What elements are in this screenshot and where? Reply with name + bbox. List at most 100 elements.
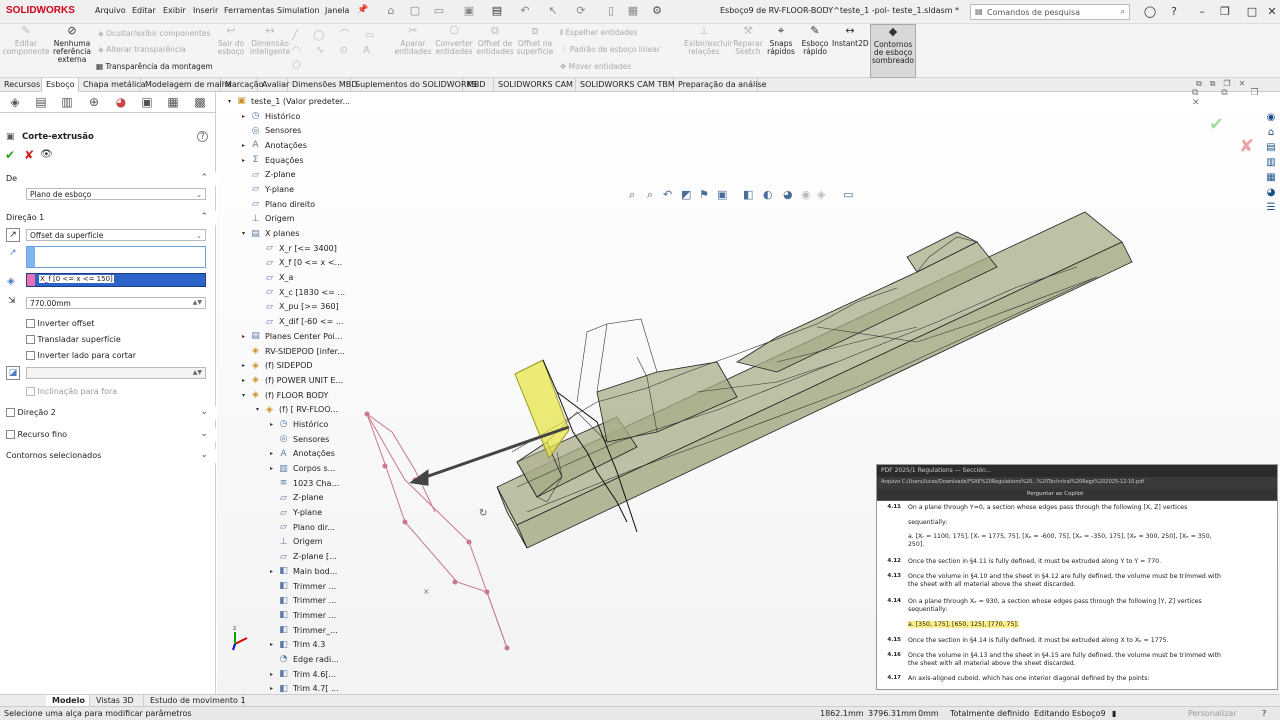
scenes-icon[interactable]: ◉ xyxy=(801,188,811,201)
print-icon[interactable]: ▤ xyxy=(490,4,504,18)
zoom-fit-icon[interactable]: ⌕ xyxy=(629,188,635,202)
tree-item[interactable]: ▱ X_a xyxy=(218,270,358,285)
pdf-tab-bar[interactable]: PDF 2025/1 Regulations — Sección... xyxy=(877,465,1277,477)
new-icon[interactable]: ▢ xyxy=(408,4,422,18)
menu-item-editar[interactable]: Editar xyxy=(132,6,156,15)
expand-icon[interactable]: ⌄ xyxy=(200,429,208,439)
expand-icon[interactable]: ⌄ xyxy=(200,407,208,417)
selected-contours-section-header[interactable]: Contornos selecionados ⌄ xyxy=(0,449,216,463)
cancel-x-icon[interactable]: ✘ xyxy=(24,148,34,162)
checkbox[interactable] xyxy=(26,319,35,328)
home-icon[interactable]: ⌂ xyxy=(1264,126,1278,140)
design-library-icon[interactable]: ▤ xyxy=(1264,141,1278,155)
menu-item-janela[interactable]: Janela xyxy=(325,6,349,15)
exit-sketch-button[interactable]: ↩ Sair do esboço xyxy=(212,24,250,78)
offset-surface-button[interactable]: ⧈ Offset na superfície xyxy=(514,24,556,78)
direction2-section-header[interactable]: Direção 2 ⌄ xyxy=(0,406,216,420)
search-input[interactable]: ▤ Comandos de pesquisa ⌕ xyxy=(970,4,1130,20)
feature-manager-tab-icon[interactable]: ◈ xyxy=(4,93,26,111)
customize-menu[interactable]: Personalizar xyxy=(1188,709,1237,718)
menu-item-exibir[interactable]: Exibir xyxy=(163,6,186,15)
change-transparency[interactable]: ◈ Alterar transparência xyxy=(98,45,186,54)
tree-item[interactable]: ◧ Trimmer ... xyxy=(218,593,358,608)
direction1-section-header[interactable]: Direção 1 ⌃ xyxy=(0,211,216,225)
copilot-button[interactable]: Perguntar ao Copilot xyxy=(1027,491,1083,497)
menu-item-inserir[interactable]: Inserir xyxy=(193,6,218,15)
thin-feature-section-header[interactable]: Recurso fino ⌄ xyxy=(0,428,216,442)
previous-view-icon[interactable]: ↶ xyxy=(663,188,672,201)
edit-appearance-icon[interactable]: ◕ xyxy=(783,188,793,201)
tab-1[interactable]: Esboço xyxy=(42,78,79,92)
dim-xpert-tab-icon[interactable]: ⊕ xyxy=(83,93,105,111)
tab-9[interactable]: SOLIDWORKS CAM xyxy=(494,78,576,92)
tree-item[interactable]: ◧ Trimmer ... xyxy=(218,579,358,594)
hide-show-items-icon[interactable]: ◐ xyxy=(763,188,773,201)
file-explorer-icon[interactable]: ▥ xyxy=(1264,156,1278,170)
checkbox[interactable] xyxy=(26,387,35,396)
config-manager-tab-icon[interactable]: ▥ xyxy=(56,93,78,111)
monitor-icon[interactable]: ▭ xyxy=(843,188,853,201)
tree-item[interactable]: ▾ ▤ X planes xyxy=(218,226,358,241)
tree-item[interactable]: ▱ Plano direito xyxy=(218,197,358,212)
expand-toggle-icon[interactable]: ▸ xyxy=(242,333,250,340)
analysis-tab-icon[interactable]: ▩ xyxy=(189,93,211,111)
tree-item[interactable]: ◈ RV-SIDEPOD [infer... xyxy=(218,344,358,359)
tree-item[interactable]: ▾ ◈ (f) [ RV-FLOO... xyxy=(218,402,358,417)
tab-4[interactable]: Marcação xyxy=(221,78,263,92)
tree-item[interactable]: ▸ ▤ Planes Center Poi... xyxy=(218,329,358,344)
view-settings-icon[interactable]: ◈ xyxy=(817,188,825,201)
tree-item[interactable]: ◧ Trimmer_... xyxy=(218,623,358,638)
file-props-icon[interactable]: ▯ xyxy=(604,4,618,18)
no-external-refs-button[interactable]: ⊘ Nenhuma referência externa xyxy=(50,24,94,78)
cam-tab-icon[interactable]: ▣ xyxy=(136,93,158,111)
tree-item[interactable]: ◔ Edge radi... xyxy=(218,652,358,667)
help-icon[interactable]: ? xyxy=(1262,709,1266,718)
solidworks-logo[interactable]: SOLIDWORKS xyxy=(6,5,75,16)
distance-input[interactable]: 770.00mm ▲▼ xyxy=(26,297,206,309)
tree-item[interactable]: ▸ ◷ Histórico xyxy=(218,109,358,124)
restore-icon[interactable]: ❐ xyxy=(1218,5,1232,19)
undo-icon[interactable]: ↶ xyxy=(518,4,532,18)
from-select[interactable]: Plano de esboço ⌄ xyxy=(26,188,206,200)
solidworks-resources-icon[interactable]: ◉ xyxy=(1264,111,1278,125)
expand-toggle-icon[interactable]: ▸ xyxy=(242,377,250,384)
select-icon[interactable]: ↖ xyxy=(546,4,560,18)
search-icon[interactable]: ⌕ xyxy=(1121,7,1125,17)
user-icon[interactable]: ◯ xyxy=(1143,5,1157,19)
tree-item[interactable]: ◎ Sensores xyxy=(218,123,358,138)
tab-3[interactable]: Modelagem de malha xyxy=(141,78,232,92)
mirror-entities[interactable]: ⫴ Espelhar entidades xyxy=(560,28,638,38)
assembly-transparency[interactable]: ▦ Transparência da montagem xyxy=(96,62,213,71)
display-style-icon[interactable]: ◧ xyxy=(743,188,753,201)
surface-selection-box[interactable]: X_f [0 <= x <= 150] xyxy=(26,273,206,287)
property-manager-tab-icon[interactable]: ▤ xyxy=(30,93,52,111)
shaded-contours-button[interactable]: ◆ Contornos de esboço sombreado xyxy=(870,24,916,78)
expand-toggle-icon[interactable]: ▸ xyxy=(270,421,278,428)
tree-item[interactable]: ⊥ Origem xyxy=(218,535,358,550)
tree-item[interactable]: ▱ X_f [0 <= x <... xyxy=(218,256,358,271)
pdf-viewer-window[interactable]: PDF 2025/1 Regulations — Sección... Arqu… xyxy=(876,464,1278,690)
trim-entities-button[interactable]: ✂ Aparar entidades xyxy=(394,24,432,78)
pin-icon[interactable]: 📌 xyxy=(357,5,368,15)
invert-offset-checkbox[interactable]: Inverter offset xyxy=(26,319,94,328)
gear-icon[interactable]: ⚙ xyxy=(650,4,664,18)
tab-8[interactable]: MBD xyxy=(463,78,494,92)
expand-toggle-icon[interactable]: ▸ xyxy=(242,142,250,149)
instant2d-button[interactable]: ↔ Instant2D xyxy=(832,24,869,78)
tree-item[interactable]: ▸ ◧ Main bod... xyxy=(218,564,358,579)
flip-side-to-cut-checkbox[interactable]: Inverter lado para cortar xyxy=(26,351,136,360)
draft-icon[interactable]: ◪ xyxy=(6,366,20,380)
menu-item-simulation[interactable]: Simulation xyxy=(277,6,320,15)
tree-item[interactable]: ▸ A Anotações xyxy=(218,447,358,462)
tree-item[interactable]: ▱ X_r [<= 3400] xyxy=(218,241,358,256)
custom-properties-icon[interactable]: ☰ xyxy=(1264,201,1278,215)
linear-pattern[interactable]: ⋮ Padrão de esboço linear xyxy=(560,45,660,54)
dynamic-annotation-icon[interactable]: ⚑ xyxy=(699,188,709,201)
options-icon[interactable]: ▦ xyxy=(626,4,640,18)
home-icon[interactable]: ⌂ xyxy=(384,4,398,18)
translate-surface-checkbox[interactable]: Transladar superfície xyxy=(26,335,121,344)
tree-item[interactable]: ▸ ◷ Histórico xyxy=(218,417,358,432)
expand-toggle-icon[interactable]: ▸ xyxy=(242,362,250,369)
expand-toggle-icon[interactable]: ▸ xyxy=(270,450,278,457)
tree-item[interactable]: ▱ X_dif [-60 <= ... xyxy=(218,314,358,329)
